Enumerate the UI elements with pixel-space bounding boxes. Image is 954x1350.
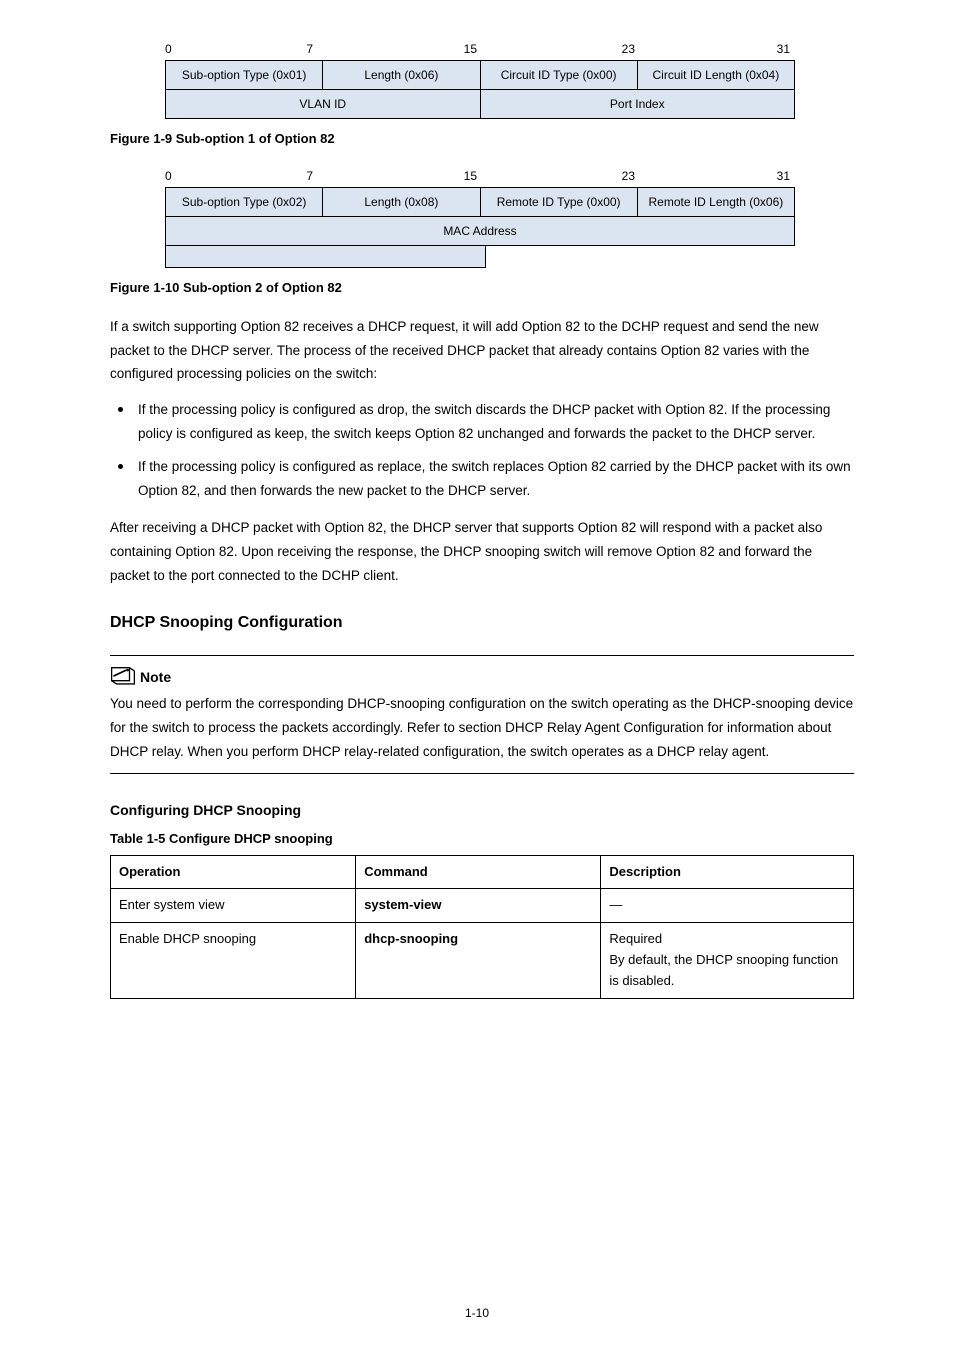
remote-id-length-cell: Remote ID Length (0x06)	[637, 187, 794, 216]
intro-paragraph: If a switch supporting Option 82 receive…	[110, 315, 854, 386]
tick-0: 0	[165, 40, 175, 58]
server-response-paragraph: After receiving a DHCP packet with Optio…	[110, 516, 854, 587]
tick-15: 15	[313, 40, 477, 58]
note-icon	[110, 664, 136, 686]
config-table: Operation Command Description Enter syst…	[110, 855, 854, 999]
remote-id-type-cell: Remote ID Type (0x00)	[480, 187, 637, 216]
list-item: If the processing policy is configured a…	[110, 455, 854, 502]
table-header-row: Operation Command Description	[111, 855, 854, 889]
policy-list: If the processing policy is configured a…	[110, 398, 854, 503]
suboption-type-cell: Sub-option Type (0x01)	[166, 61, 323, 90]
note-body: You need to perform the corresponding DH…	[110, 692, 854, 763]
note-block: Note You need to perform the correspondi…	[110, 655, 854, 774]
section-heading: DHCP Snooping Configuration	[110, 611, 854, 635]
table-row: Enter system view system-view —	[111, 889, 854, 923]
desc-cell: RequiredBy default, the DHCP snooping fu…	[601, 923, 854, 998]
table-1-5-caption: Table 1-5 Configure DHCP snooping	[110, 829, 854, 849]
op-cell: Enable DHCP snooping	[111, 923, 356, 998]
tick-31: 31	[635, 40, 790, 58]
option82-subopt1-diagram: 0 7 15 23 31 Sub-option Type (0x01) Leng…	[165, 40, 795, 119]
tick-31: 31	[635, 167, 790, 185]
op-cell: Enter system view	[111, 889, 356, 923]
tick-7: 7	[175, 40, 313, 58]
tick-7: 7	[175, 167, 313, 185]
desc-cell: —	[601, 889, 854, 923]
bit-ruler: 0 7 15 23 31	[165, 40, 795, 58]
suboption-type-cell: Sub-option Type (0x02)	[166, 187, 323, 216]
table-row: Enable DHCP snooping dhcp-snooping Requi…	[111, 923, 854, 998]
cmd-cell: system-view	[356, 889, 601, 923]
page-number: 1-10	[0, 1304, 954, 1322]
port-index-cell: Port Index	[480, 90, 795, 119]
packet-format-table: Sub-option Type (0x01) Length (0x06) Cir…	[165, 60, 795, 119]
circuit-id-type-cell: Circuit ID Type (0x00)	[480, 61, 637, 90]
subsection-heading: Configuring DHCP Snooping	[110, 800, 854, 821]
figure-1-10-caption: Figure 1-10 Sub-option 2 of Option 82	[110, 278, 854, 298]
length-cell: Length (0x08)	[323, 187, 480, 216]
tick-0: 0	[165, 167, 175, 185]
tick-23: 23	[477, 40, 635, 58]
list-item: If the processing policy is configured a…	[110, 398, 854, 445]
figure-1-9-caption: Figure 1-9 Sub-option 1 of Option 82	[110, 129, 854, 149]
tick-15: 15	[313, 167, 477, 185]
bit-ruler: 0 7 15 23 31	[165, 167, 795, 185]
option82-subopt2-diagram: 0 7 15 23 31 Sub-option Type (0x02) Leng…	[165, 167, 795, 268]
note-label: Note	[140, 667, 171, 688]
note-rule-bottom	[110, 773, 854, 774]
vlan-id-cell: VLAN ID	[166, 90, 481, 119]
col-operation: Operation	[111, 855, 356, 889]
cmd-cell: dhcp-snooping	[356, 923, 601, 998]
col-command: Command	[356, 855, 601, 889]
mac-address-cell: MAC Address	[166, 216, 795, 245]
col-description: Description	[601, 855, 854, 889]
length-cell: Length (0x06)	[323, 61, 480, 90]
tick-23: 23	[477, 167, 635, 185]
mac-overflow-cell	[165, 246, 486, 268]
circuit-id-length-cell: Circuit ID Length (0x04)	[637, 61, 794, 90]
note-rule-top	[110, 655, 854, 656]
packet-format-table: Sub-option Type (0x02) Length (0x08) Rem…	[165, 187, 795, 246]
